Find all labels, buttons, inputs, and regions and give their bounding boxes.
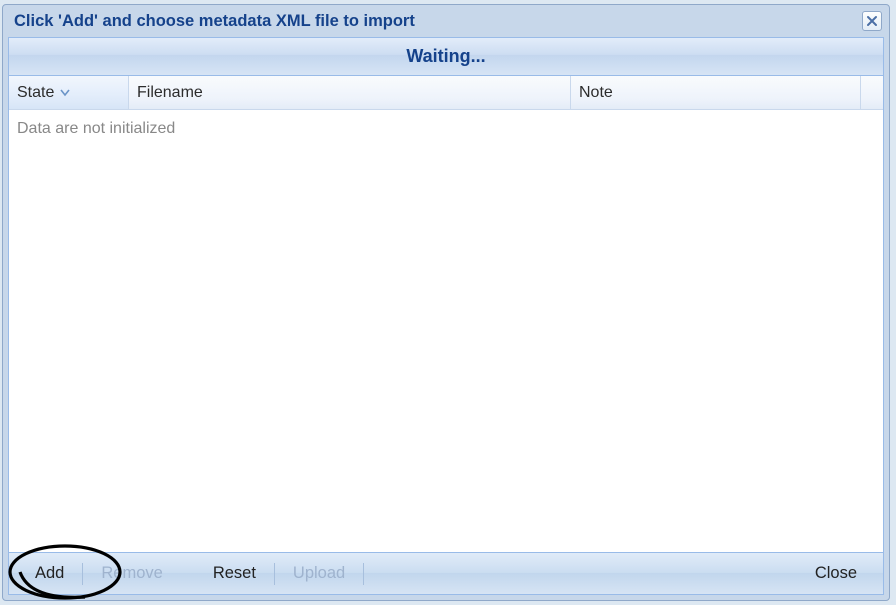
status-text: Waiting... [406,46,485,67]
reset-button[interactable]: Reset [197,560,272,587]
table-body: Data are not initialized [9,110,883,552]
sort-descending-icon [60,84,70,102]
column-label: State [17,84,54,102]
column-header-filename[interactable]: Filename [129,76,571,109]
data-table: State Filename Note Data are not initial… [9,76,883,553]
empty-message: Data are not initialized [17,120,175,137]
status-bar: Waiting... [9,38,883,76]
separator [274,563,275,585]
close-button[interactable]: Close [799,560,873,587]
column-header-note[interactable]: Note [571,76,861,109]
separator [82,563,83,585]
toolbar: Add Remove Reset Upload Close [9,553,883,594]
import-dialog: Click 'Add' and choose metadata XML file… [2,4,890,601]
column-label: Filename [137,84,203,102]
dialog-body: Waiting... State Filename Note D [8,37,884,595]
table-header: State Filename Note [9,76,883,110]
remove-button[interactable]: Remove [85,560,178,587]
upload-button[interactable]: Upload [277,560,361,587]
add-button[interactable]: Add [19,560,80,587]
dialog-title: Click 'Add' and choose metadata XML file… [14,12,415,31]
title-bar: Click 'Add' and choose metadata XML file… [8,9,884,37]
close-icon[interactable] [862,11,882,31]
column-header-spacer [861,76,883,109]
toolbar-left: Add Remove Reset Upload [19,560,366,587]
column-header-state[interactable]: State [9,76,129,109]
separator [363,563,364,585]
column-label: Note [579,84,613,102]
